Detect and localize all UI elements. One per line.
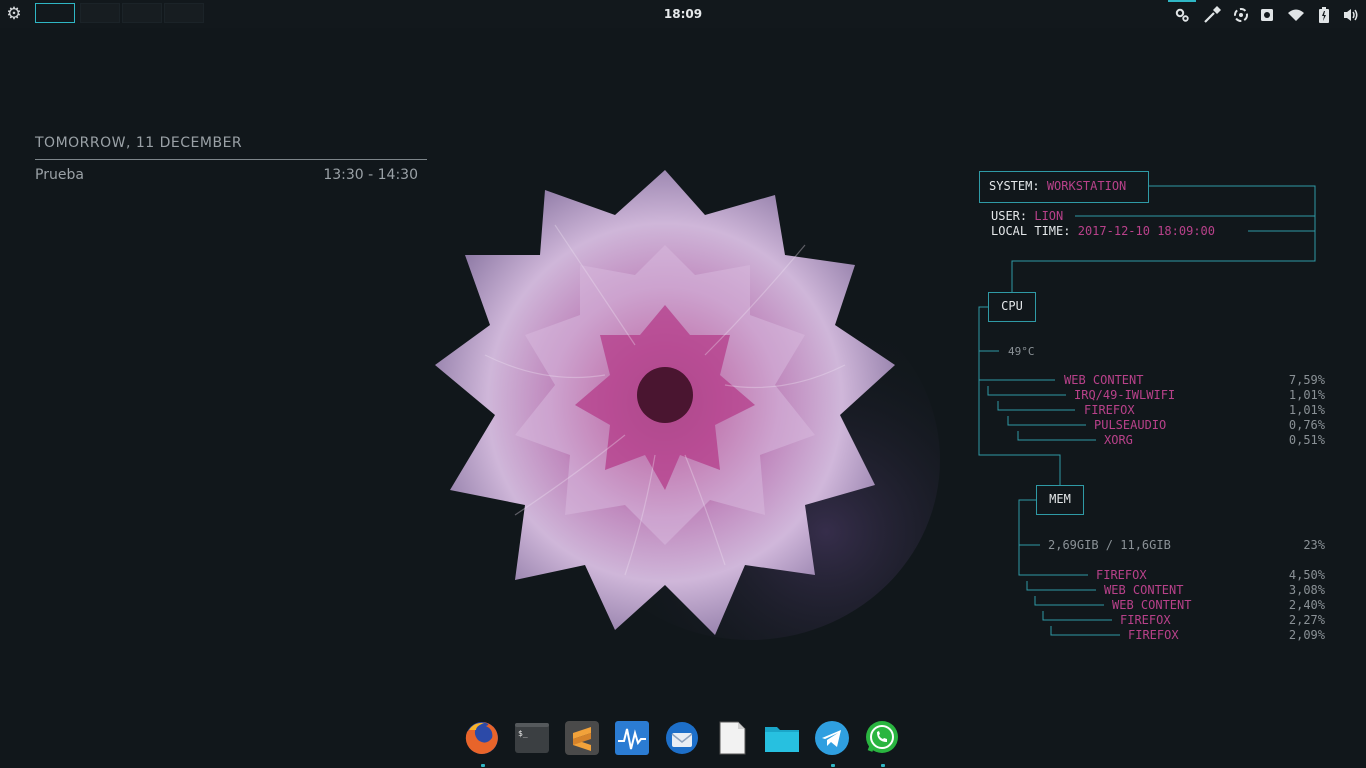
firefox-icon[interactable] — [464, 720, 500, 756]
mem-process-value: 2,09% — [1288, 628, 1325, 642]
running-indicator — [881, 764, 885, 767]
whatsapp-icon[interactable] — [864, 720, 900, 756]
mem-usage: 2,69GIB / 11,6GIB — [1048, 538, 1171, 552]
cpu-process-value: 1,01% — [1288, 403, 1325, 417]
menu-gear-icon[interactable]: ⚙ — [5, 5, 23, 23]
cpu-temperature: 49°C — [1008, 345, 1035, 358]
mem-process-value: 4,50% — [1288, 568, 1325, 582]
mem-process-value: 2,27% — [1288, 613, 1325, 627]
panel-clock[interactable]: 18:09 — [643, 7, 723, 21]
thunderbird-icon[interactable] — [664, 720, 700, 756]
running-indicator — [481, 764, 485, 767]
mem-label: MEM — [1049, 492, 1071, 506]
mem-process-name: WEB CONTENT — [1104, 583, 1184, 597]
cpu-process-name: PULSEAUDIO — [1094, 418, 1167, 432]
mem-process-name: FIREFOX — [1120, 613, 1171, 627]
mem-process-value: 2,40% — [1288, 598, 1325, 612]
calendar-heading: TOMORROW, 11 DECEMBER — [35, 135, 243, 151]
cpu-label: CPU — [1001, 299, 1023, 313]
workspace-2-button[interactable] — [80, 3, 120, 23]
system-row: SYSTEM: WORKSTATION — [989, 179, 1127, 193]
cpu-process-name: IRQ/49-IWLWIFI — [1074, 388, 1176, 402]
calendar-event-title[interactable]: Prueba — [35, 167, 84, 183]
disk-icon[interactable] — [1256, 4, 1278, 26]
top-panel: ⚙ 18:09 — [0, 0, 1366, 28]
cpu-process-value: 0,51% — [1288, 433, 1325, 447]
system-monitor-icon[interactable] — [614, 720, 650, 756]
wifi-icon[interactable] — [1285, 4, 1307, 26]
workspace-1-button[interactable] — [35, 3, 75, 23]
running-indicator — [831, 764, 835, 767]
cpu-process-value: 7,59% — [1288, 373, 1325, 387]
svg-text:$_: $_ — [518, 729, 528, 738]
color-picker-icon[interactable] — [1201, 4, 1223, 26]
mem-process-name: WEB CONTENT — [1112, 598, 1192, 612]
cpu-process-value: 1,01% — [1288, 388, 1325, 402]
user-row: USER: LION — [991, 209, 1064, 223]
sync-icon[interactable] — [1230, 4, 1252, 26]
workspace-4-button[interactable] — [164, 3, 204, 23]
application-dock: $_ — [458, 716, 910, 762]
file-manager-icon[interactable] — [764, 720, 800, 756]
mem-process-name: FIREFOX — [1128, 628, 1179, 642]
calendar-event-time: 13:30 - 14:30 — [323, 167, 418, 183]
settings-icon[interactable] — [1171, 4, 1193, 26]
workspace-3-button[interactable] — [122, 3, 162, 23]
cpu-process-name: XORG — [1104, 433, 1133, 447]
wallpaper-flower-image — [435, 170, 940, 640]
mem-percent: 23% — [1303, 538, 1325, 552]
tray-active-indicator — [1168, 0, 1196, 2]
calendar-divider — [35, 159, 427, 160]
cpu-process-name: WEB CONTENT — [1064, 373, 1144, 387]
cpu-process-value: 0,76% — [1288, 418, 1325, 432]
telegram-icon[interactable] — [814, 720, 850, 756]
battery-icon[interactable] — [1313, 4, 1335, 26]
text-editor-icon[interactable] — [714, 720, 750, 756]
mem-process-name: FIREFOX — [1096, 568, 1147, 582]
cpu-process-name: FIREFOX — [1084, 403, 1135, 417]
mem-process-value: 3,08% — [1288, 583, 1325, 597]
local-time-row: LOCAL TIME: 2017-12-10 18:09:00 — [991, 224, 1215, 238]
sublime-text-icon[interactable] — [564, 720, 600, 756]
volume-icon[interactable] — [1340, 4, 1362, 26]
terminal-icon[interactable]: $_ — [514, 720, 550, 756]
